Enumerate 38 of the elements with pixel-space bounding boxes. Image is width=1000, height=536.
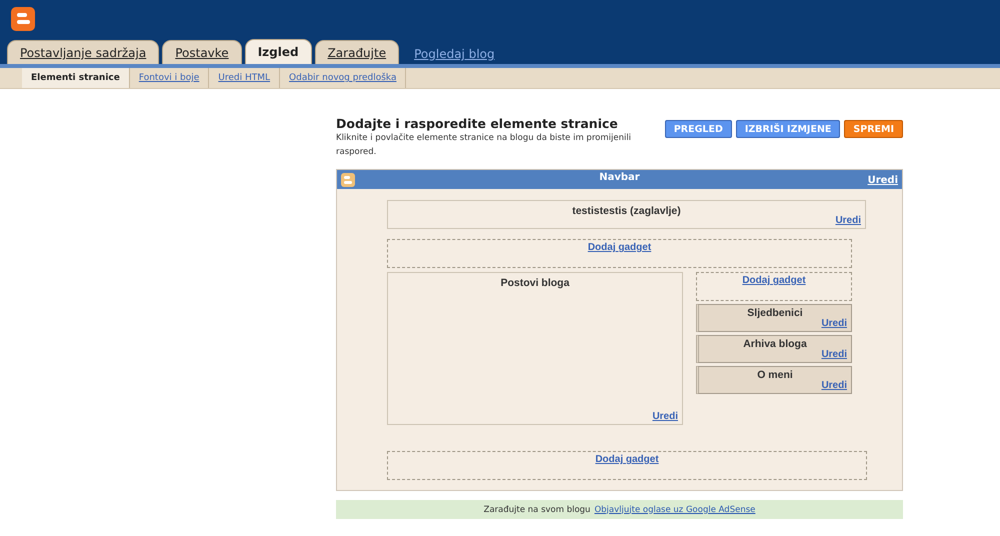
edit-link[interactable]: Uredi [868, 175, 898, 186]
action-button[interactable]: PREGLED [664, 120, 732, 138]
gadget-title: Arhiva bloga [743, 337, 807, 352]
subtab[interactable]: Fontovi i boje [130, 68, 210, 88]
action-button[interactable]: SPREMI [844, 120, 903, 138]
page-title: Dodajte i rasporedite elemente stranice [336, 116, 619, 131]
posts-gadget[interactable]: Postovi bloga Uredi [387, 272, 683, 425]
tab[interactable]: Postavljanje sadržaja [7, 40, 160, 64]
subtab[interactable]: Elementi stranice [22, 68, 130, 88]
tab[interactable]: Zarađujte [314, 40, 400, 64]
gadget-title: testistestis (zaglavlje) [572, 204, 681, 219]
add-gadget-link[interactable]: Dodaj gadget [595, 452, 659, 479]
page-description: Kliknite i povlačite elemente stranice na blogu da biste im promijenili raspored. [336, 132, 632, 159]
edit-link[interactable]: Uredi [652, 411, 678, 422]
add-gadget-link[interactable]: Dodaj gadget [742, 273, 806, 300]
edit-link[interactable]: Uredi [821, 380, 847, 391]
sidebar-gadget[interactable]: O meni Uredi [696, 366, 852, 394]
header-gadget[interactable]: testistestis (zaglavlje) Uredi [387, 200, 866, 229]
edit-link[interactable]: Uredi [821, 349, 847, 360]
adsense-link[interactable]: Objavljujte oglase uz Google AdSense [594, 504, 756, 514]
adsense-text: Zarađujte na svom blogu [484, 504, 590, 514]
blogger-logo-icon [341, 173, 355, 187]
tab[interactable]: Izgled [244, 39, 312, 64]
gadget-title: O meni [757, 368, 793, 383]
sidebar-gadget[interactable]: Sljedbenici Uredi [696, 304, 852, 332]
edit-link[interactable]: Uredi [835, 215, 861, 226]
tab[interactable]: Postavke [162, 40, 242, 64]
gadget-title: Sljedbenici [747, 306, 803, 321]
blogger-logo-icon [11, 7, 35, 31]
navbar-title: Navbar [599, 171, 640, 185]
sidebar-gadget[interactable]: Arhiva bloga Uredi [696, 335, 852, 363]
gadget-title: Postovi bloga [500, 276, 570, 291]
subtab[interactable]: Uredi HTML [209, 68, 280, 88]
view-blog-link[interactable]: Pogledaj blog [402, 47, 507, 64]
edit-link[interactable]: Uredi [821, 318, 847, 329]
subtab[interactable]: Odabir novog predloška [280, 68, 406, 88]
add-gadget-link[interactable]: Dodaj gadget [588, 240, 652, 267]
action-button[interactable]: IZBRIŠI IZMJENE [736, 120, 840, 138]
